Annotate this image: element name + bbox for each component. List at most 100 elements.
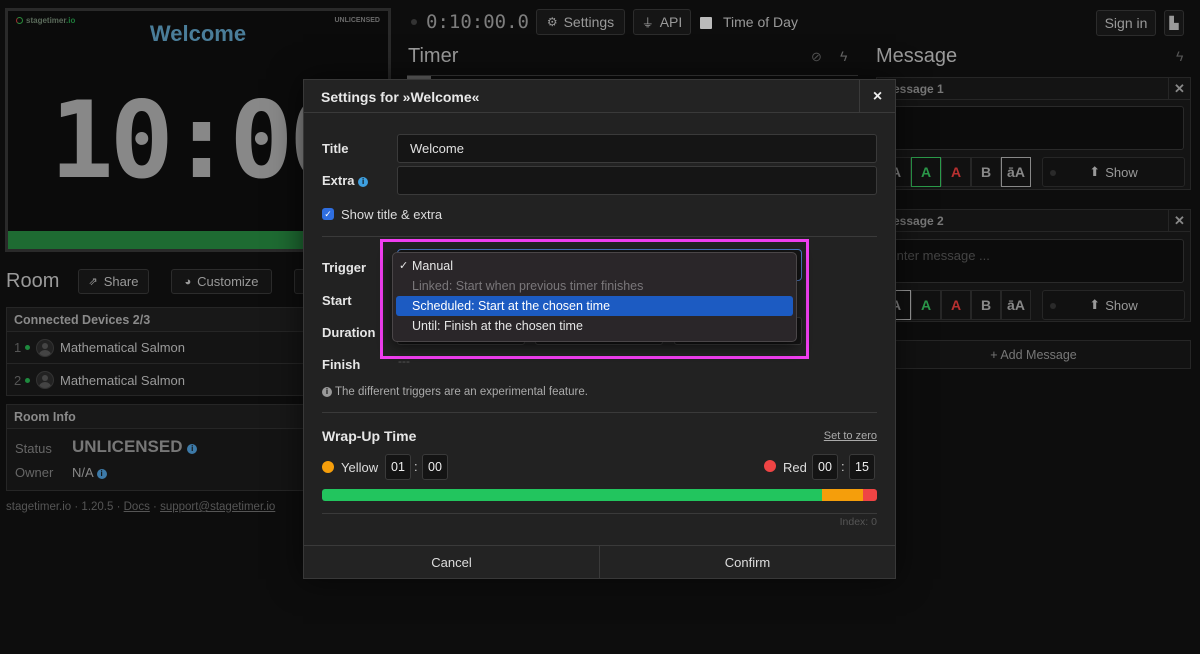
checkmark-icon: ✓ bbox=[399, 260, 409, 272]
show-message-button[interactable]: ⬆ Show bbox=[1042, 157, 1185, 187]
modal-footer: Cancel Confirm bbox=[304, 545, 895, 578]
wrapup-bar-red bbox=[863, 489, 877, 501]
message-textarea[interactable]: Enter message ... bbox=[881, 239, 1184, 283]
format-bold-button[interactable]: B bbox=[971, 157, 1001, 187]
share-label: Share bbox=[103, 274, 139, 289]
trigger-option-manual[interactable]: ✓ Manual bbox=[396, 256, 793, 276]
device-index: 2 bbox=[14, 372, 22, 388]
message-textarea[interactable] bbox=[881, 106, 1184, 150]
cancel-button[interactable]: Cancel bbox=[304, 546, 600, 578]
message-lightning-icon[interactable]: ϟ bbox=[1176, 48, 1183, 64]
lightning-icon[interactable]: ϟ bbox=[840, 48, 847, 64]
trigger-dropdown-menu: ✓ Manual Linked: Start when previous time… bbox=[392, 252, 797, 342]
format-green-button[interactable]: A bbox=[911, 290, 941, 320]
exit-room-button[interactable]: ▙ bbox=[1164, 10, 1184, 36]
format-uppercase-button[interactable]: āA bbox=[1001, 290, 1031, 320]
timer-heading: Timer bbox=[408, 45, 459, 67]
finish-label: Finish bbox=[322, 357, 361, 372]
close-icon[interactable]: ✕ bbox=[1168, 210, 1190, 232]
show-status-dot bbox=[1050, 170, 1056, 176]
show-label: Show bbox=[1105, 297, 1138, 313]
index-label: Index: 0 bbox=[839, 516, 877, 528]
set-to-zero-link[interactable]: Set to zero bbox=[824, 430, 877, 442]
extra-input[interactable] bbox=[397, 166, 877, 195]
yellow-label: Yellow bbox=[341, 460, 379, 475]
format-green-button[interactable]: A bbox=[911, 157, 941, 187]
title-label: Title bbox=[322, 141, 349, 156]
api-button[interactable]: ⏚ API bbox=[633, 9, 691, 35]
top-bar: 0:10:00.0 ⚙ Settings ⏚ API Time of Day S… bbox=[400, 9, 1200, 37]
api-label: API bbox=[659, 14, 683, 30]
show-label: Show bbox=[1105, 164, 1138, 180]
room-info-panel: Room Info Status UNLICENSED i Owner N/A … bbox=[6, 404, 306, 491]
info-icon[interactable]: i bbox=[358, 177, 369, 187]
experimental-note-text: The different triggers are an experiment… bbox=[335, 386, 588, 398]
start-label: Start bbox=[322, 293, 352, 308]
preview-title: Welcome bbox=[149, 21, 247, 46]
share-icon: ⇗ bbox=[88, 276, 98, 288]
sign-in-button[interactable]: Sign in bbox=[1096, 10, 1156, 36]
add-message-button[interactable]: + Add Message bbox=[876, 340, 1191, 369]
yellow-seconds-input[interactable]: 00 bbox=[422, 454, 448, 480]
info-icon: i bbox=[322, 387, 332, 397]
customize-label: Customize bbox=[197, 274, 259, 289]
online-dot bbox=[25, 345, 30, 350]
close-button[interactable]: × bbox=[859, 80, 895, 113]
trigger-label: Trigger bbox=[322, 260, 367, 275]
arrow-up-icon: ⬆ bbox=[1089, 297, 1101, 312]
online-dot bbox=[25, 377, 30, 383]
owner-text: N/A bbox=[72, 465, 93, 480]
info-icon[interactable]: i bbox=[96, 469, 107, 479]
door-icon: ▙ bbox=[1169, 16, 1179, 30]
extra-label: Extra i bbox=[322, 173, 369, 188]
yellow-minutes-input[interactable]: 01 bbox=[385, 454, 411, 480]
share-button[interactable]: ⇗ Share bbox=[78, 269, 149, 294]
support-link[interactable]: support@stagetimer.io bbox=[160, 501, 275, 513]
option-label: Scheduled: Start at the chosen time bbox=[412, 299, 611, 313]
time-of-day-label: Time of Day bbox=[723, 14, 798, 30]
trigger-option-linked: Linked: Start when previous timer finish… bbox=[396, 276, 793, 296]
red-seconds-input[interactable]: 15 bbox=[849, 454, 875, 480]
settings-label: Settings bbox=[563, 14, 615, 30]
app-footer: stagetimer.io · 1.20.5 · Docs · support@… bbox=[6, 501, 275, 513]
yellow-dot-icon bbox=[322, 461, 334, 473]
docs-link[interactable]: Docs bbox=[124, 501, 150, 513]
plug-icon: ⏚ bbox=[641, 15, 654, 30]
modal-header: Settings for »Welcome« × bbox=[304, 80, 895, 113]
format-red-button[interactable]: A bbox=[941, 157, 971, 187]
option-label: Manual bbox=[412, 259, 453, 273]
confirm-button[interactable]: Confirm bbox=[600, 546, 895, 578]
trigger-option-scheduled[interactable]: Scheduled: Start at the chosen time bbox=[396, 296, 793, 316]
format-bold-button[interactable]: B bbox=[971, 290, 1001, 320]
title-input[interactable] bbox=[397, 134, 877, 163]
close-icon[interactable]: ✕ bbox=[1168, 78, 1190, 100]
show-status-dot bbox=[1050, 303, 1056, 309]
trigger-option-until[interactable]: Until: Finish at the chosen time bbox=[396, 316, 793, 336]
message-card-1: Message 1 ✕ A A A B āA ⬆ Show bbox=[876, 77, 1191, 190]
red-minutes-input[interactable]: 00 bbox=[812, 454, 838, 480]
format-uppercase-button[interactable]: āA bbox=[1001, 157, 1031, 187]
show-title-checkbox[interactable]: ✓ bbox=[322, 208, 334, 220]
customize-button[interactable]: ◕ Customize bbox=[171, 269, 272, 294]
format-red-button[interactable]: A bbox=[941, 290, 971, 320]
time-of-day-checkbox[interactable] bbox=[700, 17, 712, 29]
wrapup-heading: Wrap-Up Time bbox=[322, 428, 417, 444]
show-message-button[interactable]: ⬆ Show bbox=[1042, 290, 1185, 320]
eye-slash-icon[interactable]: ⊘ bbox=[811, 49, 822, 65]
option-label: Linked: Start when previous timer finish… bbox=[412, 279, 644, 293]
divider bbox=[322, 412, 877, 413]
clock-display: 0:10:00.0 bbox=[426, 11, 529, 33]
divider bbox=[322, 236, 877, 237]
device-index: 1 bbox=[14, 340, 22, 355]
red-label: Red bbox=[783, 460, 807, 475]
devices-heading: Connected Devices 2/3 bbox=[7, 308, 305, 332]
status-label: Status bbox=[15, 441, 52, 456]
message-heading: Message bbox=[876, 45, 958, 67]
experimental-note: i The different triggers are an experime… bbox=[322, 386, 588, 398]
status-text: UNLICENSED bbox=[72, 437, 183, 456]
info-icon[interactable]: i bbox=[187, 444, 198, 454]
settings-button[interactable]: ⚙ Settings bbox=[536, 9, 625, 35]
show-title-label: Show title & extra bbox=[341, 207, 443, 222]
connected-devices-panel: Connected Devices 2/3 1 Mathematical Sal… bbox=[6, 307, 306, 396]
wrapup-bar-yellow bbox=[821, 489, 864, 501]
